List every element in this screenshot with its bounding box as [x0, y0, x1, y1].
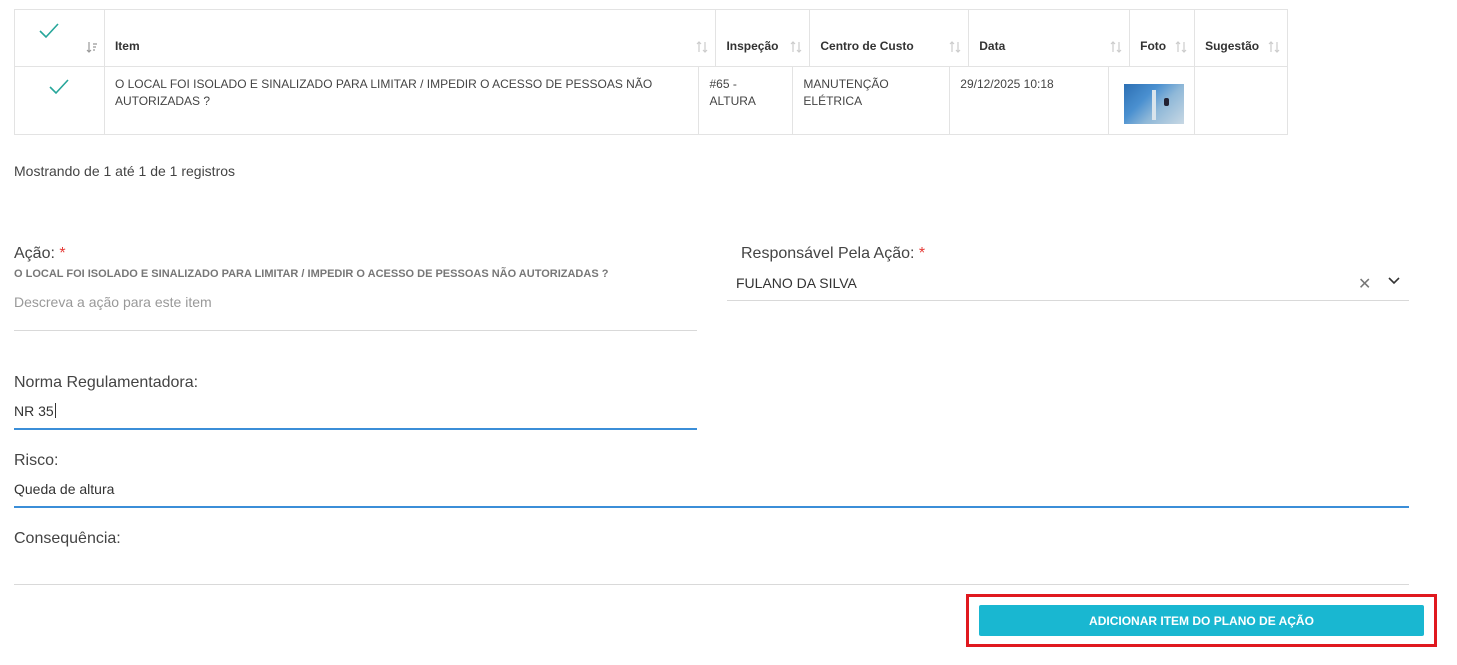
- cell-text: 29/12/2025 10:18: [960, 77, 1054, 91]
- risco-label: Risco:: [14, 452, 59, 469]
- table-header: Item Inspeção Centro de Custo Data Foto …: [15, 10, 1287, 67]
- responsavel-select[interactable]: FULANO DA SILVA: [736, 275, 857, 291]
- column-label: Item: [114, 39, 140, 53]
- chevron-down-icon[interactable]: [1387, 276, 1401, 286]
- column-header-centro-de-custo[interactable]: Centro de Custo: [810, 10, 970, 66]
- sort-icon[interactable]: [1268, 41, 1280, 53]
- table-row[interactable]: O LOCAL FOI ISOLADO E SINALIZADO PARA LI…: [15, 67, 1287, 134]
- clear-icon[interactable]: ✕: [1358, 274, 1371, 294]
- cell-text: #65 - ALTURA: [709, 77, 756, 108]
- cell-sugestao: [1195, 67, 1287, 134]
- column-label: Inspeção: [726, 39, 779, 53]
- sort-icon[interactable]: [949, 41, 961, 53]
- row-select-cell[interactable]: [15, 67, 105, 134]
- acao-underline: [14, 330, 697, 331]
- sort-icon[interactable]: [1175, 41, 1187, 53]
- responsavel-underline: [727, 300, 1409, 301]
- consequencia-label: Consequência:: [14, 530, 121, 547]
- column-label: Foto: [1140, 39, 1167, 53]
- text-caret: [54, 403, 56, 418]
- acao-label-text: Ação:: [14, 245, 55, 262]
- acao-input[interactable]: Descreva a ação para este item: [14, 294, 212, 310]
- column-label: Sugestão: [1205, 39, 1260, 53]
- risco-underline: [14, 506, 1409, 508]
- column-header-item[interactable]: Item: [105, 10, 717, 66]
- cell-item: O LOCAL FOI ISOLADO E SINALIZADO PARA LI…: [105, 67, 700, 134]
- check-icon[interactable]: [48, 78, 70, 96]
- acao-item-text: O LOCAL FOI ISOLADO E SINALIZADO PARA LI…: [14, 268, 609, 280]
- check-icon[interactable]: [38, 22, 60, 40]
- column-header-foto[interactable]: Foto: [1130, 10, 1196, 66]
- select-all-header[interactable]: [15, 10, 105, 66]
- responsavel-label: Responsável Pela Ação: *: [741, 245, 925, 263]
- consequencia-underline: [14, 584, 1409, 585]
- responsavel-label-text: Responsável Pela Ação:: [741, 245, 915, 262]
- sort-icon[interactable]: [790, 41, 802, 53]
- norma-label: Norma Regulamentadora:: [14, 374, 199, 391]
- norma-input[interactable]: NR 35: [14, 403, 56, 419]
- cell-text: MANUTENÇÃO ELÉTRICA: [803, 77, 889, 108]
- photo-thumbnail[interactable]: [1124, 84, 1185, 124]
- column-label: Data: [979, 39, 1006, 53]
- column-label: Centro de Custo: [820, 39, 914, 53]
- sort-icon[interactable]: [696, 41, 708, 53]
- risco-input[interactable]: Queda de altura: [14, 481, 114, 497]
- table-info: Mostrando de 1 até 1 de 1 registros: [14, 163, 236, 179]
- cell-inspecao: #65 - ALTURA: [699, 67, 794, 134]
- column-header-sugestao[interactable]: Sugestão: [1195, 10, 1287, 66]
- sort-icon[interactable]: [1110, 41, 1122, 53]
- required-marker: *: [59, 245, 66, 262]
- norma-underline: [14, 428, 697, 430]
- consequencia-input[interactable]: [14, 559, 1409, 577]
- sort-icon[interactable]: [86, 41, 98, 53]
- add-action-plan-item-button[interactable]: ADICIONAR ITEM DO PLANO DE AÇÃO: [979, 605, 1424, 636]
- cell-centro-de-custo: MANUTENÇÃO ELÉTRICA: [793, 67, 951, 134]
- column-header-inspecao[interactable]: Inspeção: [716, 10, 811, 66]
- results-table: Item Inspeção Centro de Custo Data Foto …: [14, 9, 1288, 135]
- cell-foto: [1109, 67, 1196, 134]
- norma-value: NR 35: [14, 403, 54, 419]
- column-header-data[interactable]: Data: [969, 10, 1131, 66]
- cell-data: 29/12/2025 10:18: [950, 67, 1110, 134]
- cell-text: O LOCAL FOI ISOLADO E SINALIZADO PARA LI…: [114, 77, 653, 108]
- acao-label: Ação: *: [14, 245, 66, 263]
- required-marker: *: [918, 245, 926, 262]
